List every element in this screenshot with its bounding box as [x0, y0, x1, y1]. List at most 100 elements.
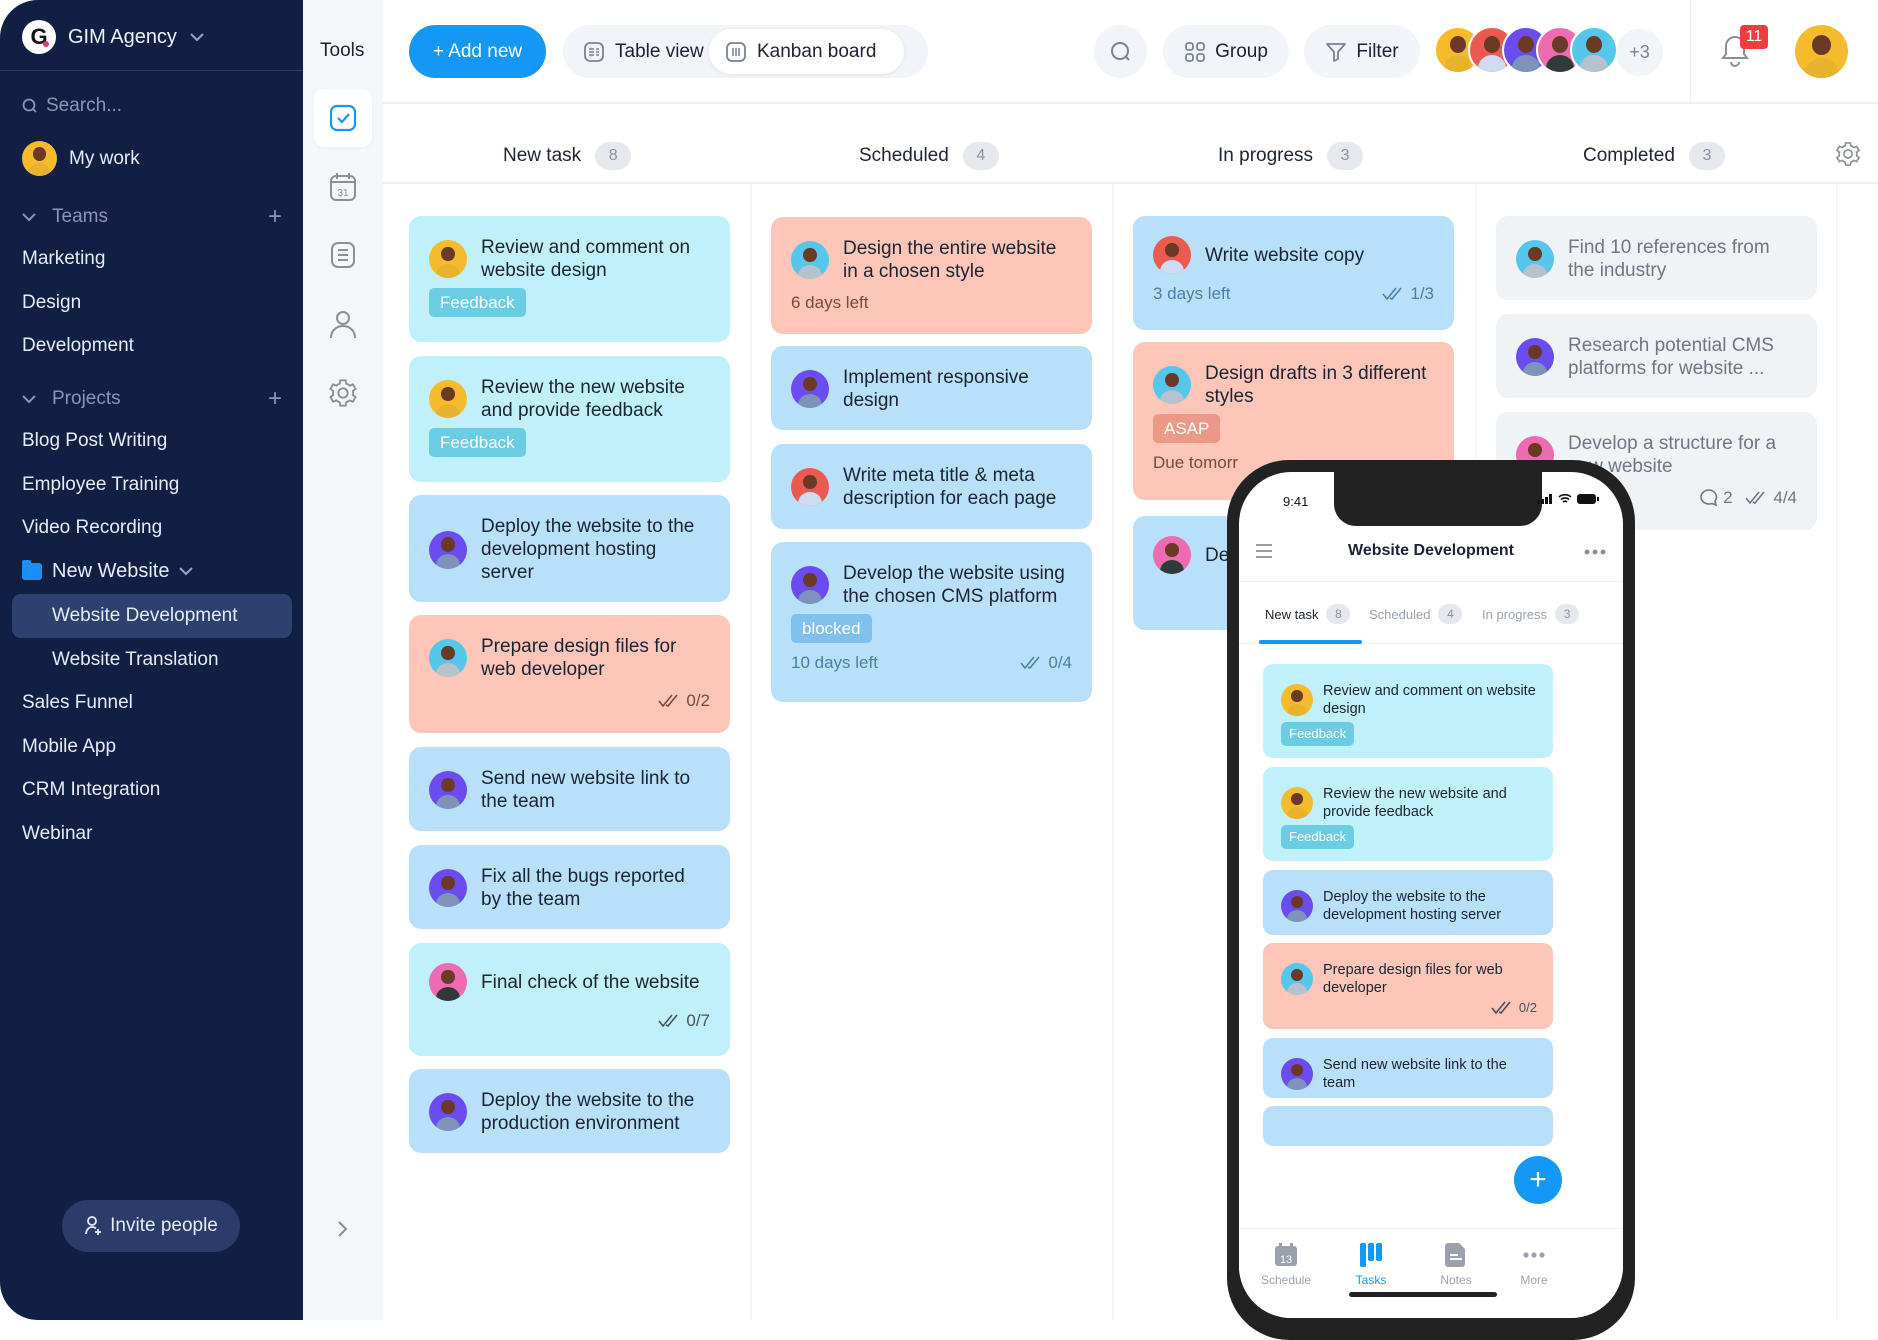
assignee-avatar[interactable] [429, 639, 467, 677]
tab-label: Scheduled [1369, 606, 1431, 622]
assignee-avatar [1281, 963, 1313, 995]
add-new-button[interactable]: + Add new [409, 25, 546, 78]
tool-calendar[interactable]: 31 [314, 158, 372, 216]
task-card[interactable]: Review the new website and provide feedb… [409, 356, 730, 482]
sidebar: G GIM Agency Search... My work Teams + M… [0, 0, 303, 1320]
nav-more[interactable]: More [1499, 1243, 1569, 1287]
task-card[interactable]: Find 10 references from the industry [1496, 216, 1817, 300]
sidebar-item-crm-integration[interactable]: CRM Integration [22, 779, 160, 801]
task-title: Design drafts in 3 different styles [1205, 363, 1427, 407]
sidebar-item-website-translation[interactable]: Website Translation [12, 638, 292, 682]
tab-kanban-board[interactable]: Kanban board [709, 29, 904, 74]
assignee-avatar[interactable] [429, 240, 467, 278]
task-card[interactable]: Deploy the website to the development ho… [409, 495, 730, 602]
nav-tasks[interactable]: Tasks [1336, 1243, 1406, 1287]
task-card[interactable]: Review and comment on website design Feed… [409, 216, 730, 342]
phone-tab-new-task[interactable]: New task 8 [1265, 604, 1351, 624]
add-project-icon[interactable]: + [268, 385, 282, 413]
assignee-avatar[interactable] [1516, 338, 1554, 376]
sidebar-item-video-recording[interactable]: Video Recording [22, 517, 162, 539]
board-settings-button[interactable] [1834, 140, 1862, 173]
phone-task-card[interactable]: Review and comment on website design Feed… [1263, 664, 1553, 758]
tool-tasks[interactable] [314, 89, 372, 147]
team-members[interactable] [1434, 26, 1618, 78]
assignee-avatar[interactable] [791, 566, 829, 604]
phone-task-card[interactable] [1263, 1106, 1553, 1146]
assignee-avatar[interactable] [791, 370, 829, 408]
sidebar-item-blog-post-writing[interactable]: Blog Post Writing [22, 430, 167, 452]
sidebar-item-marketing[interactable]: Marketing [22, 248, 105, 270]
phone-task-card[interactable]: Prepare design files for web developer 0/… [1263, 943, 1553, 1029]
nav-schedule[interactable]: 13 Schedule [1251, 1243, 1321, 1287]
task-card[interactable]: Develop the website using the chosen CMS… [771, 542, 1092, 702]
phone-tab-scheduled[interactable]: Scheduled 4 [1369, 604, 1463, 624]
tab-count: 4 [1438, 604, 1463, 624]
assignee-avatar[interactable] [791, 241, 829, 279]
checklist-icon [658, 1013, 678, 1027]
user-avatar[interactable] [1795, 25, 1848, 78]
sidebar-item-webinar[interactable]: Webinar [22, 823, 92, 845]
group-button[interactable]: Group [1163, 25, 1289, 78]
more-members-button[interactable]: +3 [1616, 29, 1663, 76]
notes-icon [1445, 1243, 1465, 1267]
task-card[interactable]: Final check of the website 0/7 [409, 943, 730, 1056]
phone-tab-in-progress[interactable]: In progress 3 [1482, 604, 1580, 624]
sidebar-item-website-development[interactable]: Website Development [12, 594, 292, 638]
tool-notes[interactable] [314, 226, 372, 284]
sidebar-item-employee-training[interactable]: Employee Training [22, 474, 179, 496]
sidebar-item-design[interactable]: Design [22, 292, 81, 314]
phone-task-card[interactable]: Send new website link to the team [1263, 1038, 1553, 1098]
filter-button[interactable]: Filter [1304, 25, 1420, 78]
assignee-avatar[interactable] [791, 468, 829, 506]
task-card[interactable]: Prepare design files for web developer 0/… [409, 615, 730, 733]
sidebar-folder-new-website[interactable]: New Website [22, 560, 194, 583]
sidebar-item-sales-funnel[interactable]: Sales Funnel [22, 692, 133, 714]
task-card[interactable]: Fix all the bugs reported by the team [409, 845, 730, 929]
invite-people-button[interactable]: Invite people [62, 1200, 240, 1252]
column-header-new-task[interactable]: New task 8 [503, 142, 632, 170]
tool-settings[interactable] [314, 364, 372, 422]
teams-section-header[interactable]: Teams + [22, 203, 282, 231]
search-button[interactable] [1094, 25, 1147, 78]
phone-add-button[interactable]: + [1514, 1156, 1562, 1204]
assignee-avatar[interactable] [429, 1093, 467, 1131]
add-team-icon[interactable]: + [268, 203, 282, 231]
sidebar-item-development[interactable]: Development [22, 335, 134, 357]
assignee-avatar[interactable] [429, 963, 467, 1001]
task-card[interactable]: Write meta title & meta description for … [771, 444, 1092, 529]
assignee-avatar[interactable] [1153, 236, 1191, 274]
nav-label: More [1520, 1273, 1548, 1287]
more-icon[interactable] [1584, 549, 1606, 555]
task-card[interactable]: Design the entire website in a chosen st… [771, 217, 1092, 334]
task-card[interactable]: Write website copy 3 days left 1/3 [1133, 216, 1454, 330]
phone-task-card[interactable]: Deploy the website to the development ho… [1263, 870, 1553, 935]
task-progress: 0/2 [658, 689, 710, 712]
assignee-avatar[interactable] [429, 530, 467, 569]
my-work-link[interactable]: My work [22, 141, 140, 176]
assignee-avatar[interactable] [429, 380, 467, 418]
nav-notes[interactable]: Notes [1421, 1243, 1491, 1287]
gear-icon [1835, 142, 1861, 166]
member-avatar[interactable] [1570, 26, 1618, 74]
column-header-scheduled[interactable]: Scheduled 4 [859, 142, 999, 170]
expand-rail-button[interactable] [314, 1200, 372, 1258]
projects-section-header[interactable]: Projects + [22, 385, 282, 413]
table-view-label: Table view [615, 40, 704, 62]
task-card[interactable]: Research potential CMS platforms for web… [1496, 314, 1817, 398]
task-card[interactable]: Deploy the website to the production env… [409, 1069, 730, 1153]
phone-task-card[interactable]: Review the new website and provide feedb… [1263, 767, 1553, 861]
assignee-avatar[interactable] [1153, 366, 1191, 404]
tool-people[interactable] [314, 295, 372, 353]
task-card[interactable]: Implement responsive design [771, 346, 1092, 430]
task-card[interactable]: Send new website link to the team [409, 747, 730, 831]
column-header-completed[interactable]: Completed 3 [1583, 142, 1725, 170]
search-input[interactable]: Search... [22, 95, 122, 117]
workspace-switcher[interactable]: G GIM Agency [22, 20, 205, 54]
column-header-in-progress[interactable]: In progress 3 [1218, 142, 1364, 170]
assignee-avatar[interactable] [1153, 536, 1191, 574]
assignee-avatar[interactable] [1516, 240, 1554, 278]
assignee-avatar[interactable] [429, 869, 467, 907]
assignee-avatar[interactable] [429, 771, 467, 809]
tab-table-view[interactable]: Table view [567, 29, 720, 74]
sidebar-item-mobile-app[interactable]: Mobile App [22, 736, 116, 758]
